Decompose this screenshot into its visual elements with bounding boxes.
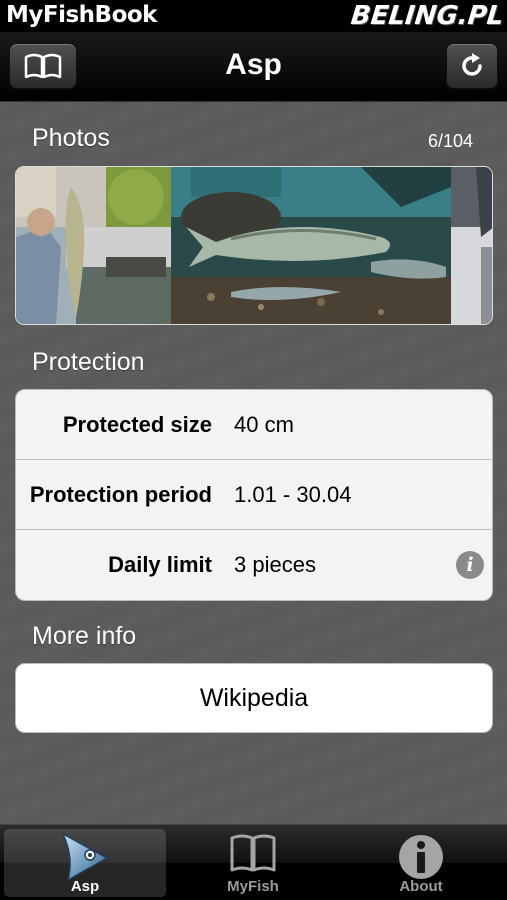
info-icon xyxy=(399,835,443,879)
photo-thumbnail-selected[interactable] xyxy=(171,167,451,324)
protected-size-value: 40 cm xyxy=(234,411,294,437)
daily-limit-label: Daily limit xyxy=(108,552,212,577)
photo-thumbnail[interactable] xyxy=(16,167,171,324)
daily-limit-value: 3 pieces xyxy=(234,552,316,577)
photo-gallery[interactable] xyxy=(15,166,493,325)
protection-period-label: Protection period xyxy=(29,481,212,507)
app-name-watermark: MyFishBook xyxy=(6,2,157,28)
protected-size-label: Protected size xyxy=(62,411,212,437)
fish-icon xyxy=(61,832,109,882)
protection-table: Protected size 40 cm Protection period 1… xyxy=(15,389,493,601)
tab-about[interactable]: About xyxy=(340,829,502,897)
book-icon xyxy=(230,834,276,872)
info-icon[interactable]: i xyxy=(456,551,484,579)
tab-myfish[interactable]: MyFish xyxy=(172,829,334,897)
photo-counter: 6/104 xyxy=(427,131,473,151)
asp-fish-photo xyxy=(171,167,451,324)
protection-header: Protection xyxy=(32,348,145,376)
table-row: Protection period 1.01 - 30.04 xyxy=(16,460,492,530)
photos-header: Photos xyxy=(32,124,110,152)
partial-photo xyxy=(451,167,492,324)
navigation-bar: Asp xyxy=(0,32,507,102)
page-title: Asp xyxy=(225,48,282,81)
tab-label: About xyxy=(399,878,443,895)
table-row: Protected size 40 cm xyxy=(16,390,492,460)
brand-watermark: BELING.PL xyxy=(349,1,505,31)
tab-label: Asp xyxy=(70,878,100,895)
watermark-bar: MyFishBook BELING.PL xyxy=(0,0,507,32)
content-area: Photos 6/104 Protection Protected size 4… xyxy=(0,102,507,824)
angler-photo xyxy=(16,167,171,324)
table-row: Daily limit 3 pieces i xyxy=(16,530,492,600)
tab-asp[interactable]: Asp xyxy=(4,829,166,897)
protection-period-value: 1.01 - 30.04 xyxy=(234,481,352,507)
refresh-button[interactable] xyxy=(446,43,498,89)
tab-label: MyFish xyxy=(227,878,279,895)
more-info-header: More info xyxy=(32,622,137,650)
refresh-icon xyxy=(462,53,482,76)
photo-thumbnail[interactable] xyxy=(451,167,492,324)
wikipedia-button[interactable]: Wikipedia xyxy=(15,663,493,733)
tab-bar: Asp MyFish About xyxy=(0,824,507,900)
